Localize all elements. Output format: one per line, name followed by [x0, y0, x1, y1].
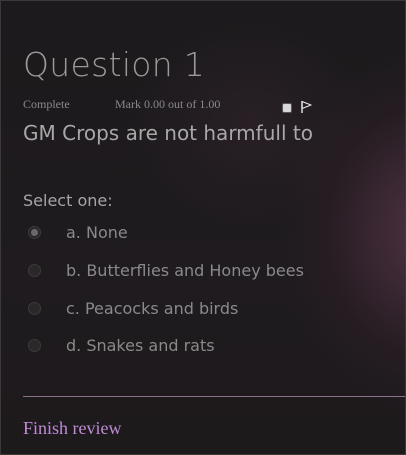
- answer-option-c[interactable]: c. Peacocks and birds: [28, 298, 368, 320]
- answer-label-d: d. Snakes and rats: [66, 336, 215, 355]
- radio-button-d[interactable]: [28, 339, 41, 352]
- answer-option-d[interactable]: d. Snakes and rats: [28, 335, 368, 357]
- question-title: Question 1: [23, 45, 206, 84]
- answer-option-b[interactable]: b. Butterflies and Honey bees: [28, 260, 368, 282]
- flag-question-checkbox[interactable]: [282, 103, 292, 113]
- answer-label-a: a. None: [66, 223, 128, 242]
- question-mark: Mark 0.00 out of 1.00: [115, 97, 221, 111]
- quiz-review-panel: Question 1 Complete Mark 0.00 out of 1.0…: [0, 0, 406, 455]
- question-state: Complete: [23, 97, 70, 111]
- answer-option-a[interactable]: a. None: [28, 222, 368, 244]
- flag-icon[interactable]: [299, 100, 313, 114]
- question-text: GM Crops are not harmfull to: [23, 121, 313, 145]
- radio-button-a[interactable]: [28, 226, 41, 239]
- radio-button-b[interactable]: [28, 264, 41, 277]
- answer-label-b: b. Butterflies and Honey bees: [66, 261, 304, 280]
- radio-button-c[interactable]: [28, 302, 41, 315]
- answer-label-c: c. Peacocks and birds: [66, 299, 239, 318]
- divider: [23, 396, 405, 397]
- finish-review-link[interactable]: Finish review: [23, 418, 122, 439]
- select-one-prompt: Select one:: [23, 191, 113, 210]
